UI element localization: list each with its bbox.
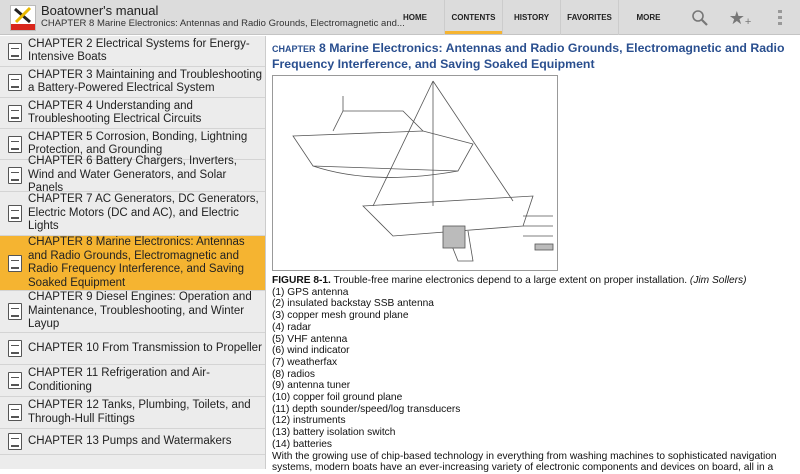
search-icon[interactable] bbox=[688, 6, 712, 30]
sidebar-item-chapter-12[interactable]: CHAPTER 12 Tanks, Plumbing, Toilets, and… bbox=[0, 397, 265, 429]
sidebar-item-label: CHAPTER 8 Marine Electronics: Antennas a… bbox=[28, 236, 245, 289]
sidebar-item-chapter-9[interactable]: CHAPTER 9 Diesel Engines: Operation and … bbox=[0, 291, 265, 333]
figure-credit: (Jim Sollers) bbox=[689, 275, 747, 286]
tab-contents[interactable]: CONTENTS bbox=[444, 0, 502, 35]
sidebar-item-label: CHAPTER 3 Maintaining and Troubleshootin… bbox=[28, 68, 262, 95]
chapter-title: 8 Marine Electronics: Antennas and Radio… bbox=[272, 41, 785, 71]
tab-history[interactable]: HISTORY bbox=[502, 0, 560, 35]
sidebar-item-chapter-8[interactable]: CHAPTER 8 Marine Electronics: Antennas a… bbox=[0, 236, 265, 291]
legend-item: (13) battery isolation switch bbox=[272, 427, 396, 439]
sidebar-item-chapter-4[interactable]: CHAPTER 4 Understanding and Troubleshoot… bbox=[0, 98, 265, 129]
sidebar-item-chapter-2[interactable]: CHAPTER 2 Electrical Systems for Energy-… bbox=[0, 36, 265, 67]
document-icon bbox=[8, 205, 22, 222]
tab-home[interactable]: HOME bbox=[385, 0, 445, 35]
legend-item: (10) copper foil ground plane bbox=[272, 392, 403, 404]
legend-item: (14) batteries bbox=[272, 438, 333, 450]
document-icon bbox=[8, 340, 22, 357]
legend-item: (8) radios bbox=[272, 368, 316, 380]
sidebar-item-chapter-7[interactable]: CHAPTER 7 AC Generators, DC Generators, … bbox=[0, 192, 265, 236]
sidebar-item-label: CHAPTER 2 Electrical Systems for Energy-… bbox=[28, 37, 250, 64]
sidebar-item-label: CHAPTER 10 From Transmission to Propelle… bbox=[28, 341, 262, 354]
more-vert-icon[interactable] bbox=[768, 6, 792, 30]
sidebar-item-chapter-11[interactable]: CHAPTER 11 Refrigeration and Air-Conditi… bbox=[0, 365, 265, 397]
star-plus-icon[interactable]: ★ + bbox=[728, 6, 752, 30]
chapter-heading: CHAPTER 8 Marine Electronics: Antennas a… bbox=[272, 41, 800, 72]
sidebar-item-label: CHAPTER 13 Pumps and Watermakers bbox=[28, 434, 232, 447]
legend-item: (2) insulated backstay SSB antenna bbox=[272, 298, 434, 310]
legend-item: (4) radar bbox=[272, 321, 312, 333]
document-icon bbox=[8, 135, 22, 153]
document-icon bbox=[8, 433, 22, 450]
app-logo[interactable] bbox=[10, 5, 36, 31]
sidebar-item-label: CHAPTER 5 Corrosion, Bonding, Lightning … bbox=[28, 130, 248, 157]
sidebar-item-chapter-10[interactable]: CHAPTER 10 From Transmission to Propelle… bbox=[0, 333, 265, 365]
tab-more[interactable]: MORE bbox=[618, 0, 678, 35]
legend-item: (12) instruments bbox=[272, 415, 346, 427]
current-chapter-subtitle: CHAPTER 8 Marine Electronics: Antennas a… bbox=[41, 18, 405, 29]
sidebar-item-chapter-6[interactable]: CHAPTER 6 Battery Chargers, Inverters, W… bbox=[0, 155, 265, 194]
sidebar-item-label: CHAPTER 9 Diesel Engines: Operation and … bbox=[28, 291, 252, 331]
document-icon bbox=[8, 42, 22, 60]
legend-item: (5) VHF antenna bbox=[272, 333, 348, 345]
app-title: Boatowner's manual bbox=[41, 3, 159, 18]
sidebar-item-chapter-13[interactable]: CHAPTER 13 Pumps and Watermakers bbox=[0, 429, 265, 455]
legend-item: (11) depth sounder/speed/log transducers bbox=[272, 403, 461, 415]
tab-favorites[interactable]: FAVORITES bbox=[560, 0, 618, 35]
document-icon bbox=[8, 254, 22, 272]
legend-item: (9) antenna tuner bbox=[272, 380, 351, 392]
body-paragraph: With the growing use of chip-based techn… bbox=[272, 450, 777, 474]
legend-item: (3) copper mesh ground plane bbox=[272, 310, 409, 322]
chapter-content[interactable]: CHAPTER 8 Marine Electronics: Antennas a… bbox=[267, 36, 800, 473]
figure-caption-text: Trouble-free marine electronics depend t… bbox=[330, 275, 690, 286]
legend-item: (6) wind indicator bbox=[272, 345, 350, 357]
boat-diagram-illustration bbox=[292, 80, 554, 262]
contents-sidebar[interactable]: CHAPTER 2 Electrical Systems for Energy-… bbox=[0, 36, 266, 469]
figure-8-1-image[interactable] bbox=[272, 75, 558, 271]
sidebar-item-label: CHAPTER 11 Refrigeration and Air-Conditi… bbox=[28, 367, 210, 393]
figure-legend-list: (1) GPS antenna (2) insulated backstay SS… bbox=[272, 287, 800, 451]
document-icon bbox=[8, 372, 22, 389]
sidebar-item-label: CHAPTER 4 Understanding and Troubleshoot… bbox=[28, 99, 202, 126]
legend-item: (7) weatherfax bbox=[272, 356, 338, 368]
logo-publisher-band bbox=[11, 24, 35, 30]
figure-caption: FIGURE 8-1. Trouble-free marine electron… bbox=[272, 275, 800, 287]
legend-item: (1) GPS antenna bbox=[272, 286, 349, 298]
sidebar-item-label: CHAPTER 12 Tanks, Plumbing, Toilets, and… bbox=[28, 399, 251, 425]
document-icon bbox=[8, 303, 22, 320]
sidebar-item-label: CHAPTER 6 Battery Chargers, Inverters, W… bbox=[28, 155, 237, 195]
sidebar-item-chapter-3[interactable]: CHAPTER 3 Maintaining and Troubleshootin… bbox=[0, 67, 265, 98]
document-icon bbox=[8, 104, 22, 122]
figure-text: FIGURE 8-1. Trouble-free marine electron… bbox=[272, 275, 800, 474]
action-bar: Boatowner's manual CHAPTER 8 Marine Elec… bbox=[0, 0, 800, 35]
chapter-word: CHAPTER bbox=[272, 44, 316, 54]
sidebar-item-label: CHAPTER 7 AC Generators, DC Generators, … bbox=[28, 193, 259, 233]
tools-icon bbox=[14, 6, 32, 24]
document-icon bbox=[8, 167, 22, 184]
document-icon bbox=[8, 73, 22, 91]
figure-label: FIGURE 8-1. bbox=[272, 275, 331, 286]
document-icon bbox=[8, 404, 22, 421]
